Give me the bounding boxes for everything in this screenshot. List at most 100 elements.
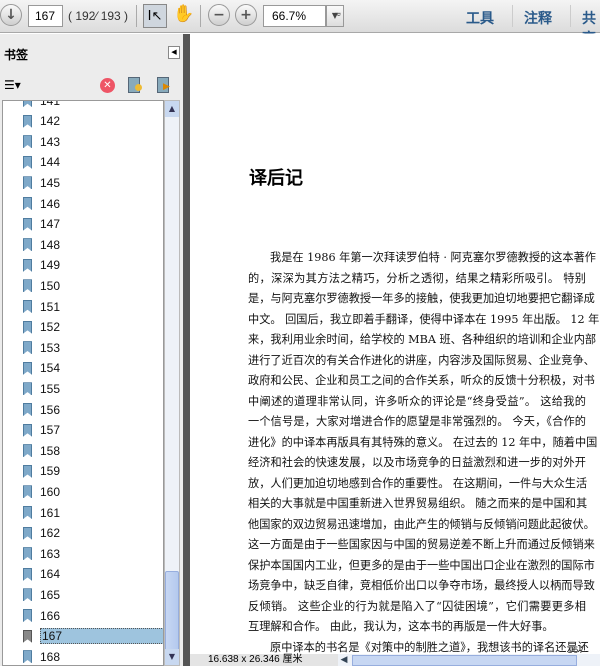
bookmark-toolbar: ☰▾ ✕ ▶	[0, 74, 183, 100]
delete-bookmark-button[interactable]: ✕	[100, 78, 115, 93]
separator	[200, 5, 201, 27]
scroll-left-button[interactable]: ◀	[338, 654, 350, 666]
bookmark-icon	[23, 197, 32, 210]
hand-icon: ✋	[173, 4, 195, 24]
bookmark-icon	[23, 176, 32, 190]
bookmark-item[interactable]: 148	[23, 235, 60, 254]
bookmark-item[interactable]: 154	[23, 359, 60, 378]
bookmark-icon	[23, 609, 32, 622]
text-line: 放，人们更加迫切地感到合作的重要性。 在这期间，一件与大众生活	[248, 476, 588, 490]
panel-splitter[interactable]	[183, 34, 190, 666]
bookmark-label: 165	[40, 587, 61, 602]
bookmark-item[interactable]: 156	[23, 400, 60, 419]
bookmark-label: 150	[40, 278, 61, 293]
bookmark-label: 155	[40, 381, 61, 396]
bookmark-icon	[23, 588, 32, 602]
next-page-button[interactable]: ↓	[0, 4, 22, 26]
bookmark-label: 148	[40, 237, 61, 252]
bookmark-item[interactable]: 168	[23, 647, 61, 665]
bookmark-icon	[23, 341, 32, 355]
bookmark-item[interactable]: 167	[23, 627, 163, 646]
options-menu-button[interactable]: ☰▾	[4, 78, 21, 92]
bookmark-label: 154	[40, 361, 61, 376]
bookmark-item[interactable]: 166	[23, 606, 60, 625]
bookmark-item[interactable]: 162	[23, 524, 60, 543]
toolbar-overflow-button[interactable]: ≂	[334, 10, 342, 20]
bookmark-label: 164	[40, 567, 61, 582]
bookmark-icon	[23, 650, 32, 664]
bookmark-item[interactable]: 161	[23, 503, 60, 522]
text-line: 经济和社会的快速发展，以及市场竞争的日益激烈和进一步的对外开	[248, 456, 586, 469]
bookmark-item[interactable]: 157	[23, 421, 60, 440]
bookmark-label: 168	[40, 649, 61, 664]
hand-tool-button[interactable]: ✋	[173, 4, 194, 24]
bookmark-label: 147	[40, 217, 61, 232]
arrow-down-icon: ↓	[0, 4, 22, 26]
separator	[136, 5, 137, 27]
bookmark-item[interactable]: 143	[23, 132, 60, 151]
separator	[512, 5, 513, 27]
bookmark-label: 142	[40, 114, 61, 129]
collapse-panel-button[interactable]: ◀	[168, 46, 180, 59]
bookmark-item[interactable]: 160	[23, 482, 60, 501]
bookmark-item[interactable]: 152	[23, 318, 60, 337]
bookmark-label: 161	[40, 505, 61, 520]
bookmark-item[interactable]: 159	[23, 462, 60, 481]
text-line: 政府和公民、企业和员工之间的合作关系，听众的反馈十分积极，对书	[248, 374, 595, 387]
bookmark-label: 151	[40, 299, 61, 314]
bookmark-label: 143	[40, 134, 61, 149]
page-count: ( 192⁄ 193 )	[68, 9, 129, 23]
menu-tools[interactable]: 工具	[466, 8, 494, 28]
bookmark-item[interactable]: 151	[23, 297, 60, 316]
bookmark-item[interactable]: 141	[23, 101, 60, 110]
bookmark-item[interactable]: 142	[23, 112, 60, 131]
bookmark-icon	[23, 629, 32, 643]
bookmark-item[interactable]: 145	[23, 173, 60, 192]
scroll-thumb[interactable]	[352, 655, 577, 666]
chevron-up-icon: ▲	[168, 104, 176, 113]
chapter-title: 译后记	[249, 168, 303, 189]
bookmark-item[interactable]: 163	[23, 544, 60, 563]
bookmark-item[interactable]: 153	[23, 338, 60, 357]
bookmark-item[interactable]: 149	[23, 256, 60, 275]
overflow-icon: ≂	[334, 10, 342, 20]
bookmark-item[interactable]: 165	[23, 585, 60, 604]
bookmark-item[interactable]: 164	[23, 565, 60, 584]
bookmark-label: 149	[40, 258, 61, 273]
menu-comment[interactable]: 注释	[524, 8, 552, 28]
zoom-out-button[interactable]: −	[208, 4, 230, 26]
new-bookmark-button[interactable]	[128, 77, 142, 93]
document-page: 译后记 我是在 1986 年第一次拜读罗伯特 · 阿克塞尔罗德教授的这本著作 的，…	[190, 34, 600, 656]
zoom-in-button[interactable]: +	[235, 4, 257, 26]
text-line: 这一方面是由于一些国家因与中国的贸易逆差不断上升而通过反倾销来	[248, 538, 595, 551]
bookmark-icon	[23, 547, 32, 561]
scroll-thumb[interactable]	[165, 571, 179, 651]
bookmark-scrollbar[interactable]: ▲ ▼	[164, 100, 180, 666]
scroll-down-button[interactable]: ▼	[165, 649, 179, 665]
bookmark-label: 156	[40, 402, 61, 417]
text-line: 我是在 1986 年第一次拜读罗伯特 · 阿克塞尔罗德教授的这本著作	[270, 251, 596, 264]
bookmark-item[interactable]: 146	[23, 194, 60, 213]
scroll-up-button[interactable]: ▲	[165, 101, 179, 117]
document-body: 我是在 1986 年第一次拜读罗伯特 · 阿克塞尔罗德教授的这本著作 的，深深为其…	[248, 248, 599, 658]
bookmark-item[interactable]: 158	[23, 441, 60, 460]
zoom-input[interactable]: 66.7%	[263, 5, 326, 27]
expand-bookmark-button[interactable]: ▶	[157, 77, 170, 93]
page-number-input[interactable]: 167	[28, 5, 63, 27]
bookmark-item[interactable]: 147	[23, 215, 60, 234]
bookmark-icon	[23, 320, 32, 334]
bookmark-icon	[23, 101, 32, 107]
text-line: 反倾销。 这些企业的行为就是陷入了“囚徒困境”，它们需要更多相	[248, 599, 586, 613]
bookmark-label: 146	[40, 196, 61, 211]
delete-icon: ✕	[103, 80, 112, 91]
select-tool-button[interactable]: I↖	[143, 4, 167, 28]
bookmark-item[interactable]: 150	[23, 276, 60, 295]
bookmark-icon	[23, 238, 32, 252]
bookmark-icon	[23, 382, 32, 396]
bookmark-label: 158	[40, 443, 61, 458]
bookmark-item[interactable]: 144	[23, 153, 60, 172]
bookmark-item[interactable]: 155	[23, 379, 60, 398]
text-line: 互理解和合作。 由此，我认为，这本书的再版是一件大好事。	[248, 620, 554, 633]
text-line: 一个信号是，大家对增进合作的愿望是非常强烈的。 今天，《合作的	[248, 415, 586, 428]
horizontal-scrollbar[interactable]: ◀	[338, 654, 600, 666]
